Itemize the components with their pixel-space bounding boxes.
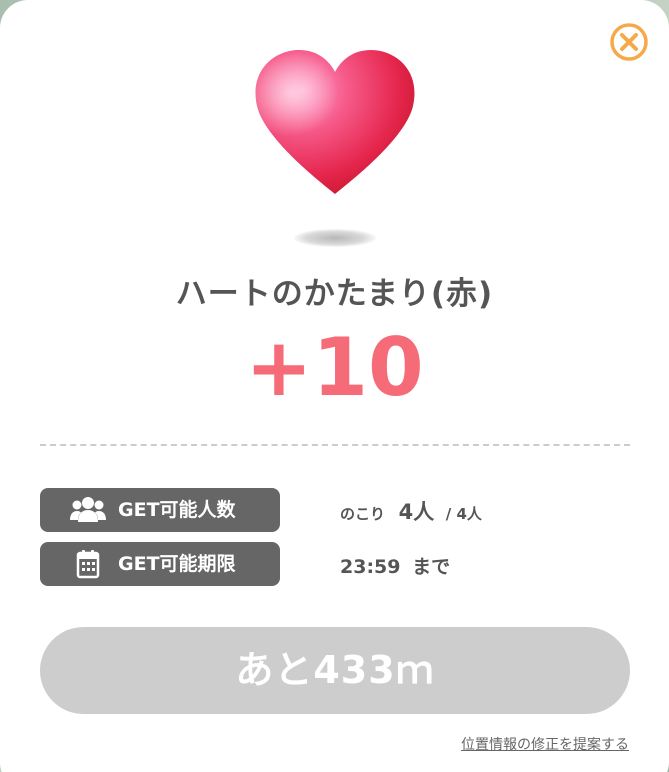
report-location-link[interactable]: 位置情報の修正を提案する	[461, 734, 629, 754]
deadline-time: 23:59	[340, 556, 401, 578]
close-icon[interactable]	[609, 22, 649, 62]
item-amount: +10	[245, 321, 424, 414]
divider	[40, 444, 630, 446]
capacity-value: のこり 4人 / 4人	[340, 496, 482, 526]
close-button[interactable]	[609, 22, 649, 62]
deadline-label: GET可能期限	[40, 542, 280, 586]
item-name: ハートのかたまり(赤)	[175, 276, 494, 312]
capacity-label: GET可能人数	[40, 488, 280, 532]
heart-shadow	[294, 229, 376, 247]
deadline-value: 23:59 まで	[340, 552, 450, 579]
capacity-prefix: のこり	[340, 505, 386, 523]
people-icon	[70, 497, 106, 522]
item-modal: ハートのかたまり(赤) +10 GET可能人数 のこり 4人 / 4人 GET可…	[0, 0, 669, 772]
capacity-remaining: 4人	[398, 500, 435, 524]
deadline-suffix: まで	[412, 556, 451, 578]
capacity-label-text: GET可能人数	[118, 499, 236, 521]
distance-button[interactable]: あと433ｍ	[40, 627, 630, 714]
heart-icon	[255, 50, 415, 194]
calendar-icon	[76, 550, 100, 579]
deadline-label-text: GET可能期限	[118, 553, 236, 575]
capacity-total: / 4人	[445, 505, 482, 523]
